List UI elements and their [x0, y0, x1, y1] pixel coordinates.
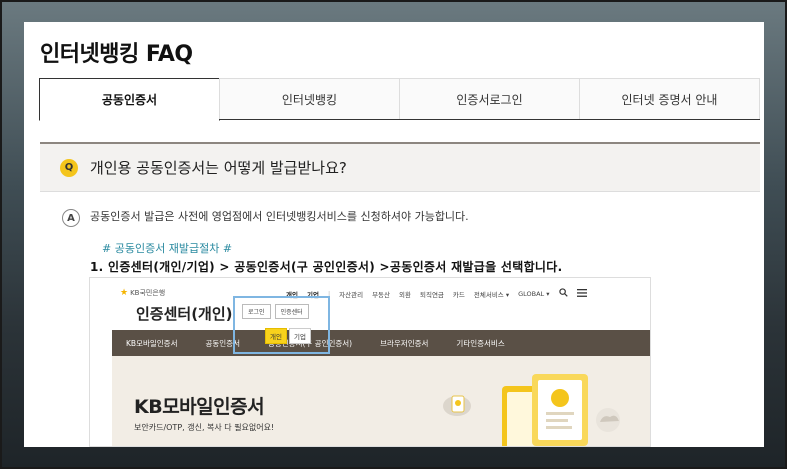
- reissue-procedure-heading: # 공동인증서 재발급절차 #: [102, 242, 233, 255]
- kb-nav-mobile-cert[interactable]: KB모바일인증서: [112, 338, 191, 349]
- kb-util-pension[interactable]: 퇴직연금: [420, 289, 444, 299]
- kb-star-icon: ★: [120, 288, 129, 298]
- kb-util-fx[interactable]: 외환: [399, 289, 411, 299]
- answer-text: 공동인증서 발급은 사전에 영업점에서 인터넷뱅킹서비스를 신청하셔야 가능합니…: [90, 210, 469, 223]
- kb-util-all-services[interactable]: 전체서비스 ▾: [474, 289, 509, 299]
- kb-util-card[interactable]: 카드: [453, 289, 465, 299]
- page-title: 인터넷뱅킹 FAQ: [40, 42, 193, 67]
- kb-main-nav: KB모바일인증서 공동인증서 공동인증서(구 공인인증서) 브라우저인증서 기타…: [112, 330, 650, 356]
- faq-tabs: 공동인증서 인터넷뱅킹 인증서로그인 인터넷 증명서 안내: [39, 78, 760, 121]
- tab-certificate-login[interactable]: 인증서로그인: [399, 78, 580, 119]
- kb-util-global[interactable]: GLOBAL ▾: [518, 290, 549, 298]
- question-icon: Q: [60, 158, 78, 177]
- hamburger-menu-icon[interactable]: [576, 288, 587, 299]
- kb-nav-other-cert[interactable]: 기타인증서비스: [442, 338, 518, 349]
- kb-utility-menu: 개인 기업 | 자산관리 부동산 외환 퇴직연금 카드 전체서비스 ▾ GLOB…: [286, 288, 587, 299]
- tab-internet-document[interactable]: 인터넷 증명서 안내: [579, 78, 760, 119]
- step-1-text: 1. 인증센터(개인/기업) > 공동인증서(구 공인인증서) >공동인증서 재…: [90, 260, 563, 274]
- kb-nav-browser-cert[interactable]: 브라우저인증서: [366, 338, 442, 349]
- tab-certificate[interactable]: 공동인증서: [39, 78, 220, 121]
- kb-util-asset[interactable]: 자산관리: [339, 289, 363, 299]
- embedded-screenshot: ★ KB국민은행 인증센터(개인) 로그인 인증센터 개인 기업 | 자산관리 …: [89, 277, 651, 447]
- kb-banner: KB모바일인증서 보안카드/OTP, 갱신, 복사 다 필요없어요!: [112, 356, 650, 446]
- kb-logo-text: KB국민은행: [130, 289, 166, 297]
- search-icon[interactable]: [558, 288, 568, 299]
- kb-banner-title: KB모바일인증서: [134, 396, 265, 418]
- answer-icon: A: [62, 209, 80, 227]
- question-text: 개인용 공동인증서는 어떻게 발급받나요?: [90, 159, 347, 177]
- kb-logo: ★ KB국민은행: [120, 288, 165, 298]
- tab-internet-banking[interactable]: 인터넷뱅킹: [219, 78, 400, 119]
- highlight-box: [233, 296, 330, 354]
- kb-util-realestate[interactable]: 부동산: [372, 289, 390, 299]
- faq-panel: 인터넷뱅킹 FAQ 공동인증서 인터넷뱅킹 인증서로그인 인터넷 증명서 안내 …: [24, 22, 764, 447]
- question-bar[interactable]: Q 개인용 공동인증서는 어떻게 발급받나요?: [40, 142, 760, 192]
- kb-banner-illustration: [443, 374, 620, 446]
- kb-banner-subtitle: 보안카드/OTP, 갱신, 복사 다 필요없어요!: [134, 423, 275, 432]
- kb-cert-center-title: 인증센터(개인): [136, 305, 233, 323]
